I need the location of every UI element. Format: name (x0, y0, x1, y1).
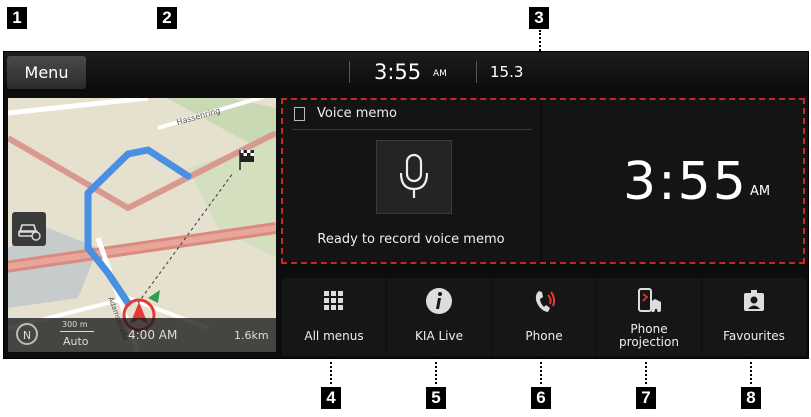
top-bar: Menu 3:55 AM 15.3 (4, 52, 808, 92)
phone-icon (535, 291, 556, 312)
shortcut-label: KIA Live (415, 329, 463, 343)
callout-8-leader (750, 357, 752, 384)
info-icon (426, 288, 452, 314)
kia-live-button[interactable]: KIA Live (387, 278, 491, 356)
callout-5: 5 (426, 387, 446, 409)
callout-1: 1 (7, 7, 27, 29)
top-divider (349, 61, 350, 83)
remaining-distance: 1.6km (234, 329, 269, 342)
clock-ampm: AM (750, 184, 771, 199)
callout-6-leader (540, 357, 542, 384)
map-info-bar: N 300 m Auto 4:00 AM 1.6km (8, 318, 276, 352)
map-graphic (8, 98, 276, 352)
compass-icon[interactable]: N (16, 323, 38, 345)
shortcut-bar: All menus KIA Live Phone Phone projectio… (282, 278, 808, 356)
divider (292, 129, 532, 130)
phone-projection-icon (638, 288, 661, 312)
map-scale-mode[interactable]: Auto (63, 335, 89, 348)
callout-8: 8 (741, 387, 761, 409)
phone-projection-button[interactable]: Phone projection (597, 278, 701, 356)
clock-widget[interactable]: 3:55 AM (543, 98, 808, 262)
phone-button[interactable]: Phone (492, 278, 596, 356)
favourites-button[interactable]: Favourites (702, 278, 806, 356)
all-menus-button[interactable]: All menus (282, 278, 386, 356)
callout-4: 4 (321, 387, 341, 409)
voice-memo-title: Voice memo (317, 106, 398, 121)
status-clock: 3:55 (374, 60, 422, 84)
callout-3: 3 (529, 7, 549, 29)
callout-7-leader (645, 357, 647, 384)
microphone-icon (399, 153, 429, 198)
grid-icon (324, 291, 343, 310)
callout-5-leader (435, 357, 437, 384)
infotainment-screen: Menu 3:55 AM 15.3 Hassenring N 300 m Aut… (3, 51, 809, 359)
callout-4-leader (330, 357, 332, 384)
shortcut-label: Phone projection (619, 322, 679, 349)
car-settings-icon (18, 224, 41, 241)
clock-time: 3:55 (623, 152, 748, 212)
voice-memo-icon (294, 107, 305, 121)
status-temperature: 15.3 (490, 63, 524, 81)
shortcut-label: Phone (525, 329, 563, 343)
map-scale-bar (60, 331, 94, 332)
shortcut-label: Favourites (723, 329, 785, 343)
menu-button[interactable]: Menu (7, 56, 86, 89)
callout-2: 2 (157, 7, 177, 29)
record-button[interactable] (376, 140, 452, 214)
voice-memo-status: Ready to record voice memo (317, 232, 505, 247)
shortcut-label: All menus (304, 329, 364, 343)
callout-7: 7 (636, 387, 656, 409)
voice-memo-widget[interactable]: Voice memo Ready to record voice memo (282, 98, 540, 262)
callout-6: 6 (531, 387, 551, 409)
navigation-map[interactable]: Hassenring Adamsstraße N 300 m Auto 4:00… (8, 98, 276, 352)
favourites-icon (744, 290, 764, 311)
arrival-time: 4:00 AM (128, 328, 178, 342)
status-ampm: AM (433, 69, 447, 79)
map-scale-value: 300 m (62, 320, 88, 329)
top-divider (476, 61, 477, 83)
route-options-button[interactable] (12, 212, 46, 246)
